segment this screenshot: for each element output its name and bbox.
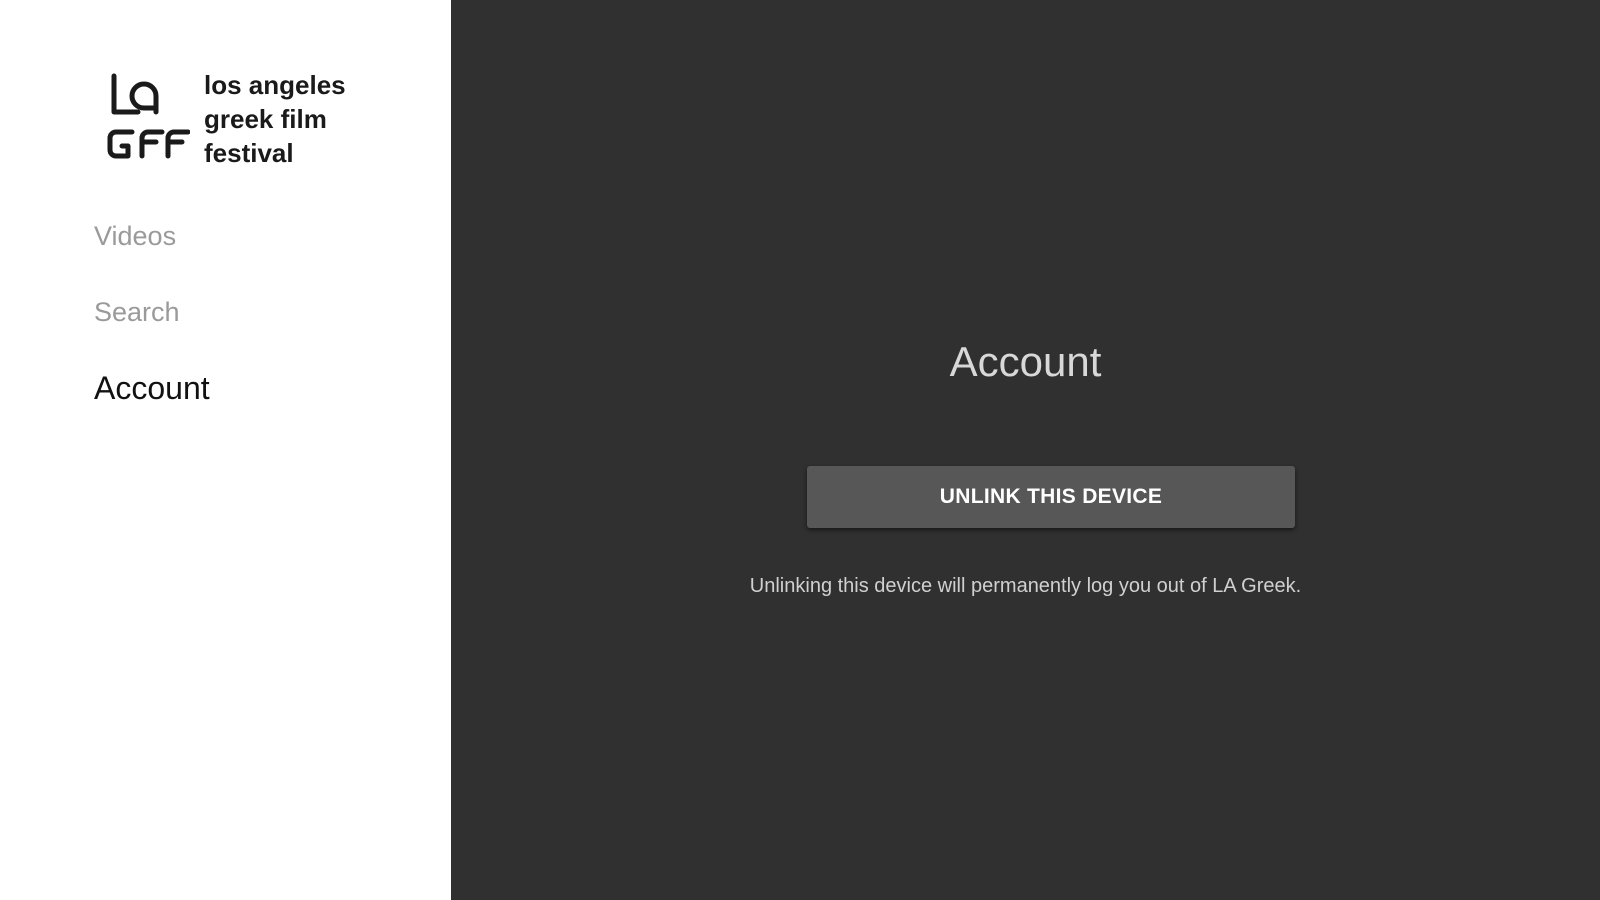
sidebar-item-videos[interactable]: Videos: [94, 214, 210, 290]
app-root: los angeles greek film festival Videos S…: [0, 0, 1600, 900]
brand-line-2: greek film: [204, 104, 327, 134]
sidebar: los angeles greek film festival Videos S…: [0, 0, 451, 900]
sidebar-nav: Videos Search Account: [94, 214, 210, 442]
account-panel: Account UNLINK THIS DEVICE Unlinking thi…: [451, 0, 1600, 900]
unlink-device-button[interactable]: UNLINK THIS DEVICE: [807, 466, 1295, 528]
page-title: Account: [949, 338, 1102, 385]
brand-logo: los angeles greek film festival: [104, 68, 346, 170]
sidebar-item-account[interactable]: Account: [94, 366, 210, 442]
sidebar-item-search[interactable]: Search: [94, 290, 210, 366]
unlink-note: Unlinking this device will permanently l…: [749, 575, 1302, 597]
brand-line-3: festival: [204, 138, 294, 168]
brand-line-1: los angeles: [204, 70, 346, 100]
brand-name: los angeles greek film festival: [204, 68, 346, 170]
lagff-logo-icon: [107, 73, 190, 159]
